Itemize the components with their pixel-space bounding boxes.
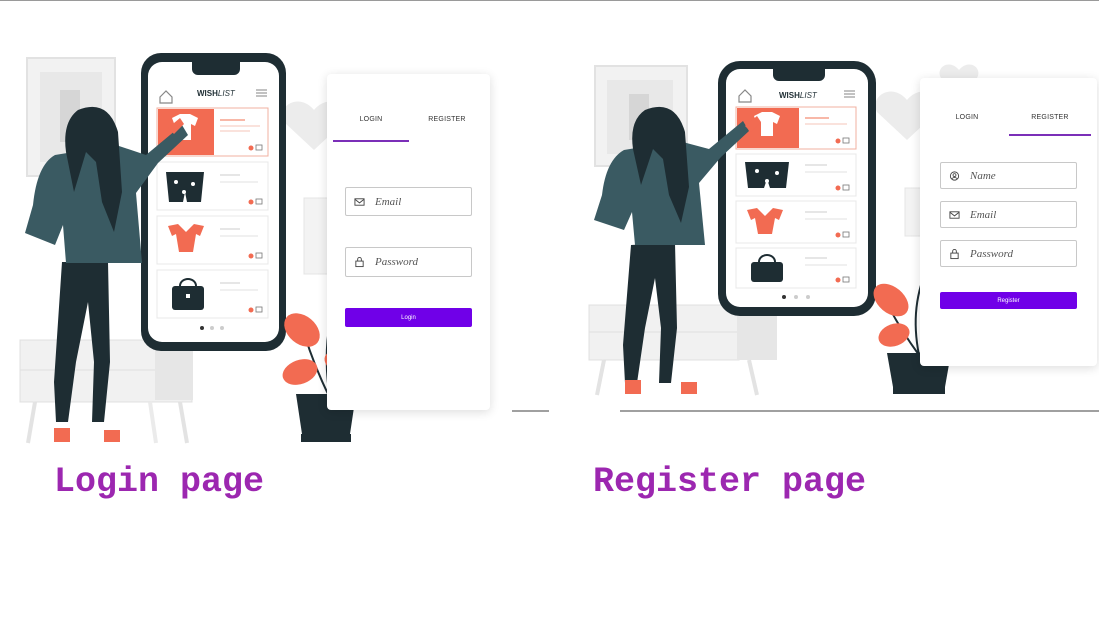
password-field[interactable]: Password [345,247,472,277]
password-field[interactable]: Password [940,240,1077,267]
name-field[interactable]: Name [940,162,1077,189]
lock-icon [950,248,959,259]
brand-logo: WISHLIST [779,91,818,100]
email-field[interactable]: Email [940,201,1077,228]
product-card [735,247,857,289]
user-icon [949,170,960,181]
email-placeholder: Email [375,195,402,208]
password-placeholder: Password [970,247,1013,260]
divider-line [512,410,549,412]
register-button[interactable]: Register [940,292,1077,309]
dresser-icon [588,304,777,396]
login-button[interactable]: Login [345,308,472,327]
product-card [156,161,269,211]
tab-login[interactable]: LOGIN [333,116,409,123]
brand-logo: WISHLIST [197,89,236,98]
password-placeholder: Password [375,256,418,268]
tab-login[interactable]: LOGIN [926,114,1008,121]
mail-icon [949,210,960,219]
name-placeholder: Name [970,169,996,182]
product-card [156,215,269,265]
register-illustration-panel: WISHLIST LOGIN REGISTER Name Email Passw… [549,0,1099,502]
login-illustration-panel: WISHLIST LOGIN REGISTER Email Password L… [0,0,549,502]
tab-register[interactable]: REGISTER [1008,114,1092,121]
divider-line [620,410,1099,412]
product-card [156,269,269,319]
login-caption: Login page [54,462,265,502]
register-caption: Register page [593,462,867,502]
tab-register[interactable]: REGISTER [409,116,485,123]
register-card: LOGIN REGISTER Name Email Password Regis… [920,78,1097,366]
active-tab-indicator [333,140,409,142]
lock-icon [355,256,364,268]
active-tab-indicator [1009,134,1091,136]
product-card [735,153,857,197]
login-card: LOGIN REGISTER Email Password Login [327,74,490,410]
email-field[interactable]: Email [345,187,472,216]
mail-icon [354,197,365,206]
product-card [735,200,857,244]
email-placeholder: Email [970,208,997,221]
